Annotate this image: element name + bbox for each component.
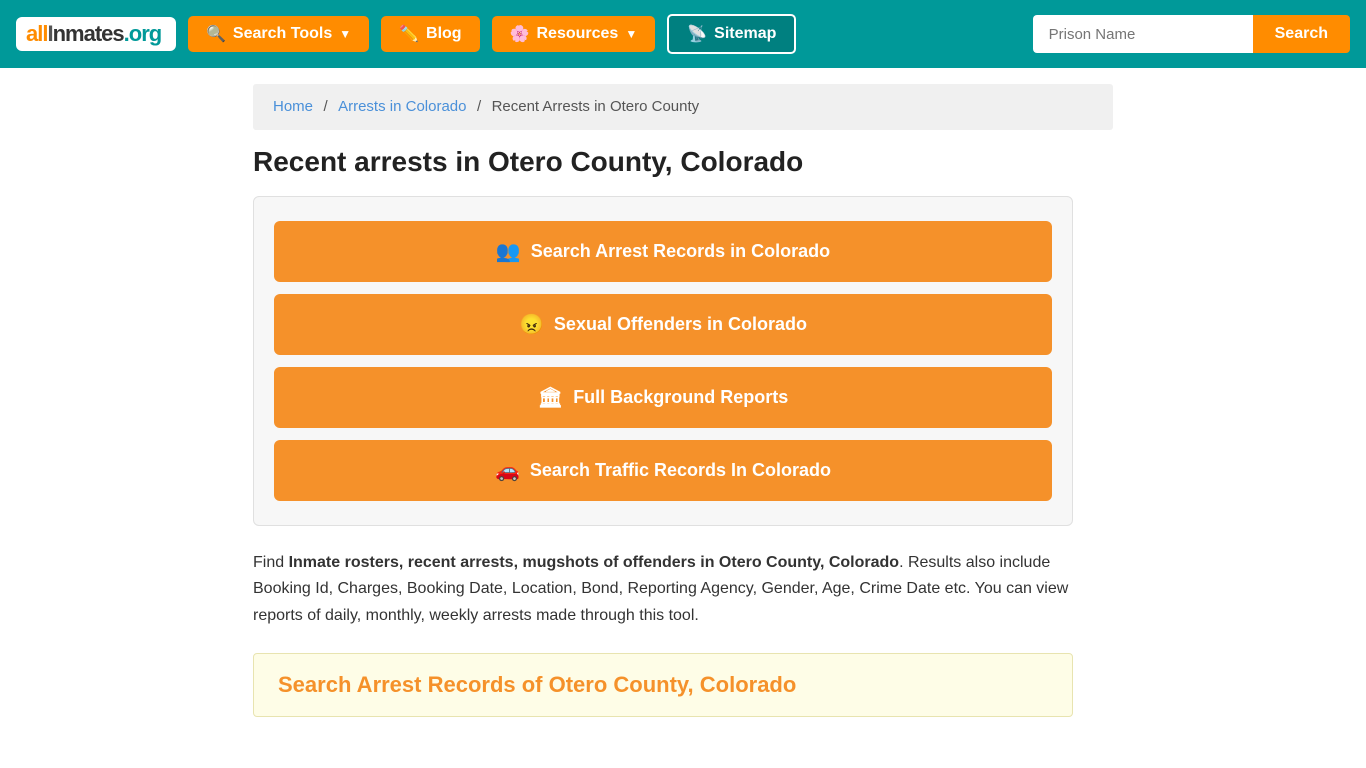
search-icon: 🔍: [206, 24, 226, 44]
chevron-down-icon-2: ▼: [625, 27, 637, 41]
resources-icon: 🌸: [510, 24, 530, 44]
sitemap-icon: 📡: [687, 24, 707, 44]
logo[interactable]: allInmates.org: [16, 17, 176, 51]
main-content: Home / Arrests in Colorado / Recent Arre…: [233, 84, 1133, 747]
description-bold: Inmate rosters, recent arrests, mugshots…: [289, 554, 899, 571]
description-intro: Find: [253, 554, 289, 571]
page-title: Recent arrests in Otero County, Colorado: [253, 146, 1113, 178]
sexual-offenders-label: Sexual Offenders in Colorado: [554, 314, 807, 335]
breadcrumb-sep-2: /: [477, 98, 481, 115]
blog-button[interactable]: ✏️ Blog: [381, 16, 479, 52]
background-reports-button[interactable]: 🏛 Full Background Reports: [274, 367, 1052, 428]
breadcrumb-home[interactable]: Home: [273, 98, 313, 115]
sitemap-button[interactable]: 📡 Sitemap: [667, 14, 796, 54]
breadcrumb-sep-1: /: [323, 98, 327, 115]
breadcrumb-current: Recent Arrests in Otero County: [492, 98, 700, 115]
resources-button[interactable]: 🌸 Resources ▼: [492, 16, 656, 52]
prison-search-input[interactable]: [1033, 15, 1253, 53]
breadcrumb: Home / Arrests in Colorado / Recent Arre…: [253, 84, 1113, 130]
resources-label: Resources: [537, 25, 619, 43]
car-icon: 🚗: [495, 458, 520, 483]
offender-icon: 😠: [519, 312, 544, 337]
sexual-offenders-button[interactable]: 😠 Sexual Offenders in Colorado: [274, 294, 1052, 355]
arrest-records-button[interactable]: 👥 Search Arrest Records in Colorado: [274, 221, 1052, 282]
traffic-records-label: Search Traffic Records In Colorado: [530, 460, 831, 481]
blog-label: Blog: [426, 25, 462, 43]
prison-search-group: Search: [1033, 15, 1350, 53]
breadcrumb-arrests-colorado[interactable]: Arrests in Colorado: [338, 98, 466, 115]
traffic-records-button[interactable]: 🚗 Search Traffic Records In Colorado: [274, 440, 1052, 501]
prison-search-button[interactable]: Search: [1253, 15, 1350, 53]
section-heading: Search Arrest Records of Otero County, C…: [278, 672, 1048, 698]
background-reports-label: Full Background Reports: [573, 387, 788, 408]
logo-text: allInmates.org: [26, 21, 161, 47]
section-heading-box: Search Arrest Records of Otero County, C…: [253, 653, 1073, 717]
search-tools-button[interactable]: 🔍 Search Tools ▼: [188, 16, 369, 52]
sitemap-label: Sitemap: [714, 25, 776, 43]
blog-icon: ✏️: [399, 24, 419, 44]
people-icon: 👥: [496, 239, 521, 264]
navbar: allInmates.org 🔍 Search Tools ▼ ✏️ Blog …: [0, 0, 1366, 68]
search-tools-label: Search Tools: [233, 25, 332, 43]
action-card: 👥 Search Arrest Records in Colorado 😠 Se…: [253, 196, 1073, 526]
chevron-down-icon: ▼: [339, 27, 351, 41]
search-button-label: Search: [1275, 25, 1328, 42]
description-text: Find Inmate rosters, recent arrests, mug…: [253, 550, 1073, 629]
arrest-records-label: Search Arrest Records in Colorado: [531, 241, 830, 262]
building-icon: 🏛: [538, 385, 563, 410]
